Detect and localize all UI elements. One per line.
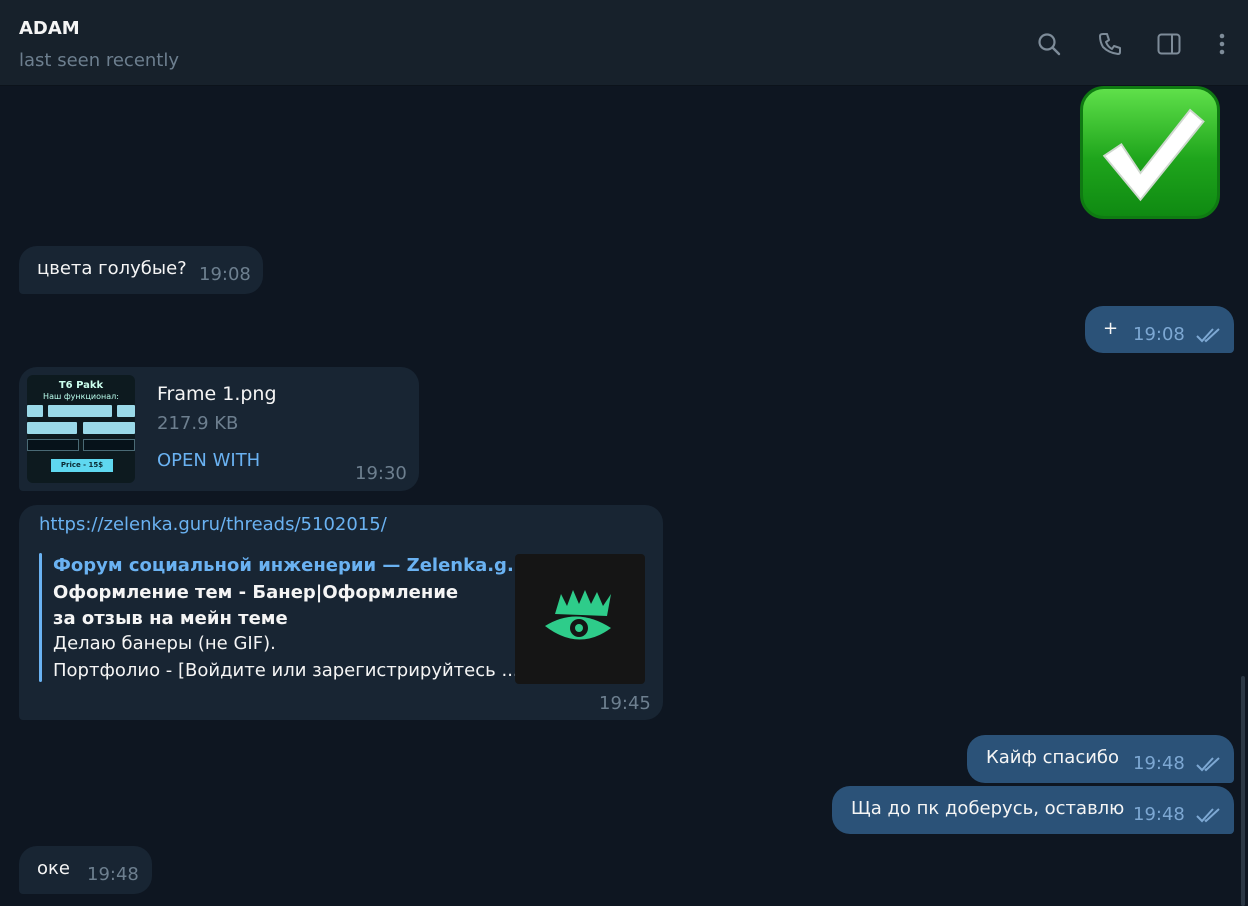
preview-accent-bar [39, 553, 42, 682]
more-vertical-icon[interactable] [1209, 31, 1235, 57]
double-check-icon [1196, 328, 1220, 343]
contact-status: last seen recently [19, 50, 180, 71]
eye-logo-icon [545, 590, 611, 640]
outgoing-message[interactable]: Ща до пк доберусь, оставлю 19:48 [832, 786, 1234, 834]
file-name: Frame 1.png [157, 383, 277, 405]
thumbnail-card [83, 422, 135, 434]
thumbnail-card [117, 405, 135, 417]
message-list[interactable]: цвета голубые? 19:08 + 19:08 T6 Pakk Наш… [0, 86, 1248, 906]
message-time: 19:48 [1133, 804, 1185, 825]
thumbnail-card [27, 422, 77, 434]
message-time: 19:30 [355, 463, 407, 484]
incoming-message[interactable]: цвета голубые? 19:08 [19, 246, 263, 294]
outgoing-message[interactable]: + 19:08 [1085, 306, 1234, 353]
check-mark-icon [1102, 108, 1205, 202]
message-link[interactable]: https://zelenka.guru/threads/5102015/ [39, 514, 387, 535]
chat-scrollbar[interactable] [1241, 676, 1245, 906]
message-text: оке [37, 858, 70, 879]
message-time: 19:08 [1133, 324, 1185, 345]
message-text: Ща до пк доберусь, оставлю [851, 798, 1125, 819]
checkmark-sticker[interactable] [1080, 86, 1220, 219]
double-check-icon [1196, 808, 1220, 823]
message-time: 19:48 [1133, 753, 1185, 774]
message-time: 19:45 [599, 693, 651, 714]
file-message[interactable]: T6 Pakk Наш функционал: Price - 15$ Fram… [19, 367, 419, 491]
message-text: цвета голубые? [37, 258, 187, 279]
preview-description: Портфолио - [Войдите или зарегистрируйте… [53, 660, 519, 681]
thumbnail-price-button: Price - 15$ [51, 459, 113, 472]
thumbnail-title: T6 Pakk [58, 380, 104, 391]
thumbnail-card [27, 405, 43, 417]
thumbnail-card [27, 439, 79, 451]
phone-icon[interactable] [1097, 31, 1123, 57]
chat-header: ADAM last seen recently [0, 0, 1248, 86]
search-icon[interactable] [1036, 31, 1062, 57]
thumbnail-card [83, 439, 135, 451]
thumbnail-card [48, 405, 112, 417]
message-time: 19:48 [87, 864, 139, 885]
preview-site-name[interactable]: Форум социальной инженерии — Zelenka.g..… [53, 555, 527, 576]
message-time: 19:08 [199, 264, 251, 285]
link-message[interactable]: https://zelenka.guru/threads/5102015/ Фо… [19, 505, 663, 720]
incoming-message[interactable]: оке 19:48 [19, 846, 152, 894]
open-with-button[interactable]: OPEN WITH [157, 450, 260, 471]
double-check-icon [1196, 757, 1220, 772]
message-text: Кайф спасибо [986, 747, 1120, 768]
contact-name[interactable]: ADAM [19, 18, 80, 39]
file-size: 217.9 KB [157, 413, 239, 434]
thumbnail-subtitle: Наш функционал: [43, 392, 119, 401]
preview-image[interactable] [515, 554, 645, 684]
outgoing-message[interactable]: Кайф спасибо 19:48 [967, 735, 1234, 783]
preview-title[interactable]: Оформление тем - Банер|Оформление за отз… [53, 580, 483, 632]
sidebar-toggle-icon[interactable] [1156, 31, 1182, 57]
preview-description: Делаю банеры (не GIF). [53, 633, 276, 654]
file-thumbnail[interactable]: T6 Pakk Наш функционал: Price - 15$ [27, 375, 135, 483]
message-text: + [1103, 318, 1119, 339]
